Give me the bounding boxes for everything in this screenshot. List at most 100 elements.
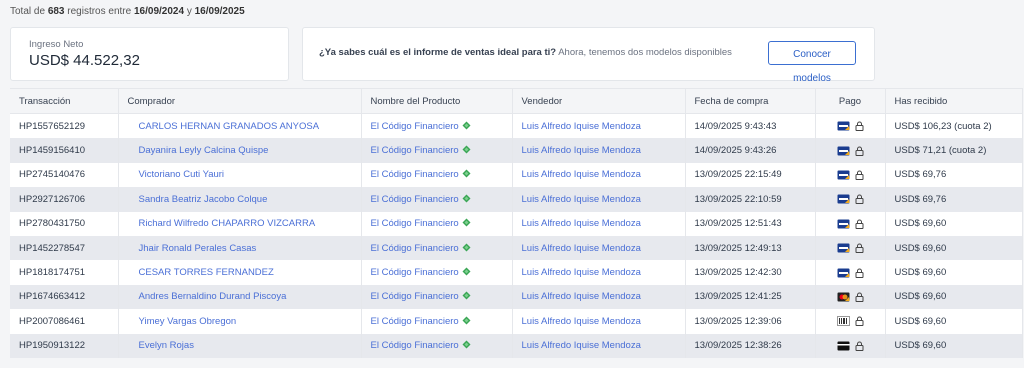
buyer-link[interactable]: Dayanira Leyly Calcina Quispe xyxy=(139,145,269,156)
product-link[interactable]: El Código Financiero xyxy=(371,340,459,351)
visa-card-icon xyxy=(837,170,850,180)
know-models-button[interactable]: Conocer modelos xyxy=(768,41,856,84)
summary-date-from: 16/09/2024 xyxy=(133,6,185,17)
seller-link[interactable]: Luis Alfredo Iquise Mendoza xyxy=(522,316,641,327)
table-row: HP2927126706 Sandra Beatriz Jacobo Colque… xyxy=(10,187,1023,212)
amount-received: USD$ 69,60 xyxy=(885,260,1023,285)
table-row: HP1459156410 Dayanira Leyly Calcina Quisp… xyxy=(10,138,1023,163)
table-row: HP1557652129 CARLOS HERNAN GRANADOS ANYOS… xyxy=(10,113,1023,139)
records-summary: Total de 683 registros entre 16/09/2024 … xyxy=(10,6,245,17)
net-income-card: Ingreso Neto USD$ 44.522,32 xyxy=(10,27,289,81)
lock-icon xyxy=(855,243,864,254)
purchase-date: 13/09/2025 12:42:30 xyxy=(685,260,816,285)
buyer-link[interactable]: Victoriano Cuti Yauri xyxy=(139,169,225,180)
product-diamond-icon xyxy=(462,267,471,276)
product-diamond-icon xyxy=(462,243,471,252)
seller-link[interactable]: Luis Alfredo Iquise Mendoza xyxy=(522,218,641,229)
header-buyer[interactable]: Comprador xyxy=(118,88,362,114)
lock-icon xyxy=(855,194,864,205)
product-link[interactable]: El Código Financiero xyxy=(371,121,459,132)
table-row: HP2007086461 Yimey Vargas Obregon El Códig… xyxy=(10,309,1023,334)
buyer-link[interactable]: CESAR TORRES FERNANDEZ xyxy=(139,267,274,278)
buyer-link[interactable]: Jhair Ronald Perales Casas xyxy=(139,243,257,254)
amount-received: USD$ 69,60 xyxy=(885,333,1023,358)
table-row: HP1950913122 Evelyn Rojas El Código Financ… xyxy=(10,333,1023,358)
header-payment[interactable]: Pago xyxy=(815,88,886,114)
seller-link[interactable]: Luis Alfredo Iquise Mendoza xyxy=(522,267,641,278)
summary-connector: y xyxy=(184,6,195,17)
lock-icon xyxy=(855,268,864,278)
header-product-name[interactable]: Nombre del Producto xyxy=(361,88,513,114)
lock-icon xyxy=(855,121,864,132)
promo-text: ¿Ya sabes cuál es el informe de ventas i… xyxy=(319,47,732,58)
purchase-date: 13/09/2025 12:49:13 xyxy=(685,235,816,261)
seller-link[interactable]: Luis Alfredo Iquise Mendoza xyxy=(522,169,641,180)
buyer-link[interactable]: Andres Bernaldino Durand Piscoya xyxy=(139,291,287,302)
summary-count: 683 xyxy=(47,6,65,17)
seller-link[interactable]: Luis Alfredo Iquise Mendoza xyxy=(522,291,641,302)
header-purchase-date[interactable]: Fecha de compra xyxy=(685,88,816,114)
product-link[interactable]: El Código Financiero xyxy=(371,169,459,180)
summary-date-to: 16/09/2025 xyxy=(194,6,245,17)
seller-link[interactable]: Luis Alfredo Iquise Mendoza xyxy=(522,243,641,254)
mastercard-icon xyxy=(837,292,850,302)
header-seller[interactable]: Vendedor xyxy=(512,88,686,114)
purchase-date: 13/09/2025 12:51:43 xyxy=(685,211,816,236)
header-received[interactable]: Has recibido xyxy=(885,88,1023,114)
transaction-id: HP1818174751 xyxy=(10,260,119,285)
net-income-label: Ingreso Neto xyxy=(29,39,84,50)
amount-received: USD$ 69,60 xyxy=(885,235,1023,261)
transaction-id: HP2927126706 xyxy=(10,187,119,212)
lock-icon xyxy=(855,219,864,229)
transaction-id: HP1452278547 xyxy=(10,235,119,261)
product-link[interactable]: El Código Financiero xyxy=(371,194,459,205)
purchase-date: 13/09/2025 12:39:06 xyxy=(685,309,816,334)
transaction-id: HP2745140476 xyxy=(10,162,119,188)
seller-link[interactable]: Luis Alfredo Iquise Mendoza xyxy=(522,194,641,205)
buyer-link[interactable]: Evelyn Rojas xyxy=(139,340,194,351)
transaction-id: HP1557652129 xyxy=(10,113,119,139)
table-row: HP2745140476 Victoriano Cuti Yauri El Códi… xyxy=(10,162,1023,188)
visa-card-icon xyxy=(837,121,850,131)
product-diamond-icon xyxy=(462,316,471,325)
product-diamond-icon xyxy=(462,121,471,130)
product-link[interactable]: El Código Financiero xyxy=(371,316,459,327)
barcode-ticket-icon xyxy=(836,316,850,327)
product-diamond-icon xyxy=(462,145,471,154)
amount-received: USD$ 69,76 xyxy=(885,187,1023,212)
product-link[interactable]: El Código Financiero xyxy=(371,145,459,156)
buyer-link[interactable]: Richard Wilfredo CHAPARRO VIZCARRA xyxy=(139,218,316,229)
visa-card-icon xyxy=(837,219,850,229)
product-diamond-icon xyxy=(462,218,471,227)
buyer-link[interactable]: Yimey Vargas Obregon xyxy=(139,316,237,327)
product-link[interactable]: El Código Financiero xyxy=(371,218,459,229)
header-transaction[interactable]: Transacción xyxy=(10,88,119,114)
amount-received: USD$ 71,21 (cuota 2) xyxy=(885,138,1023,163)
visa-card-icon xyxy=(837,146,850,156)
amount-received: USD$ 69,76 xyxy=(885,162,1023,188)
lock-icon xyxy=(855,341,864,351)
seller-link[interactable]: Luis Alfredo Iquise Mendoza xyxy=(522,340,641,351)
product-link[interactable]: El Código Financiero xyxy=(371,243,459,254)
purchase-date: 13/09/2025 22:15:49 xyxy=(685,162,816,188)
purchase-date: 13/09/2025 12:38:26 xyxy=(685,333,816,358)
product-link[interactable]: El Código Financiero xyxy=(371,267,459,278)
product-link[interactable]: El Código Financiero xyxy=(371,291,459,302)
seller-link[interactable]: Luis Alfredo Iquise Mendoza xyxy=(522,145,641,156)
amount-received: USD$ 106,23 (cuota 2) xyxy=(885,113,1023,139)
amount-received: USD$ 69,60 xyxy=(885,309,1023,334)
product-diamond-icon xyxy=(462,169,471,178)
sales-table: Transacción Comprador Nombre del Product… xyxy=(10,88,1023,358)
transaction-id: HP1950913122 xyxy=(10,333,119,358)
product-diamond-icon xyxy=(462,194,471,203)
promo-question: ¿Ya sabes cuál es el informe de ventas i… xyxy=(319,47,557,58)
seller-link[interactable]: Luis Alfredo Iquise Mendoza xyxy=(522,121,641,132)
visa-card-icon xyxy=(837,194,850,204)
table-row: HP2780431750 Richard Wilfredo CHAPARRO VI… xyxy=(10,211,1023,236)
buyer-link[interactable]: CARLOS HERNAN GRANADOS ANYOSA xyxy=(139,121,320,132)
sales-report-promo-card: ¿Ya sabes cuál es el informe de ventas i… xyxy=(302,27,875,84)
table-row: HP1452278547 Jhair Ronald Perales Casas El… xyxy=(10,235,1023,261)
buyer-link[interactable]: Sandra Beatriz Jacobo Colque xyxy=(139,194,268,205)
lock-icon xyxy=(855,146,864,156)
product-diamond-icon xyxy=(462,340,471,349)
